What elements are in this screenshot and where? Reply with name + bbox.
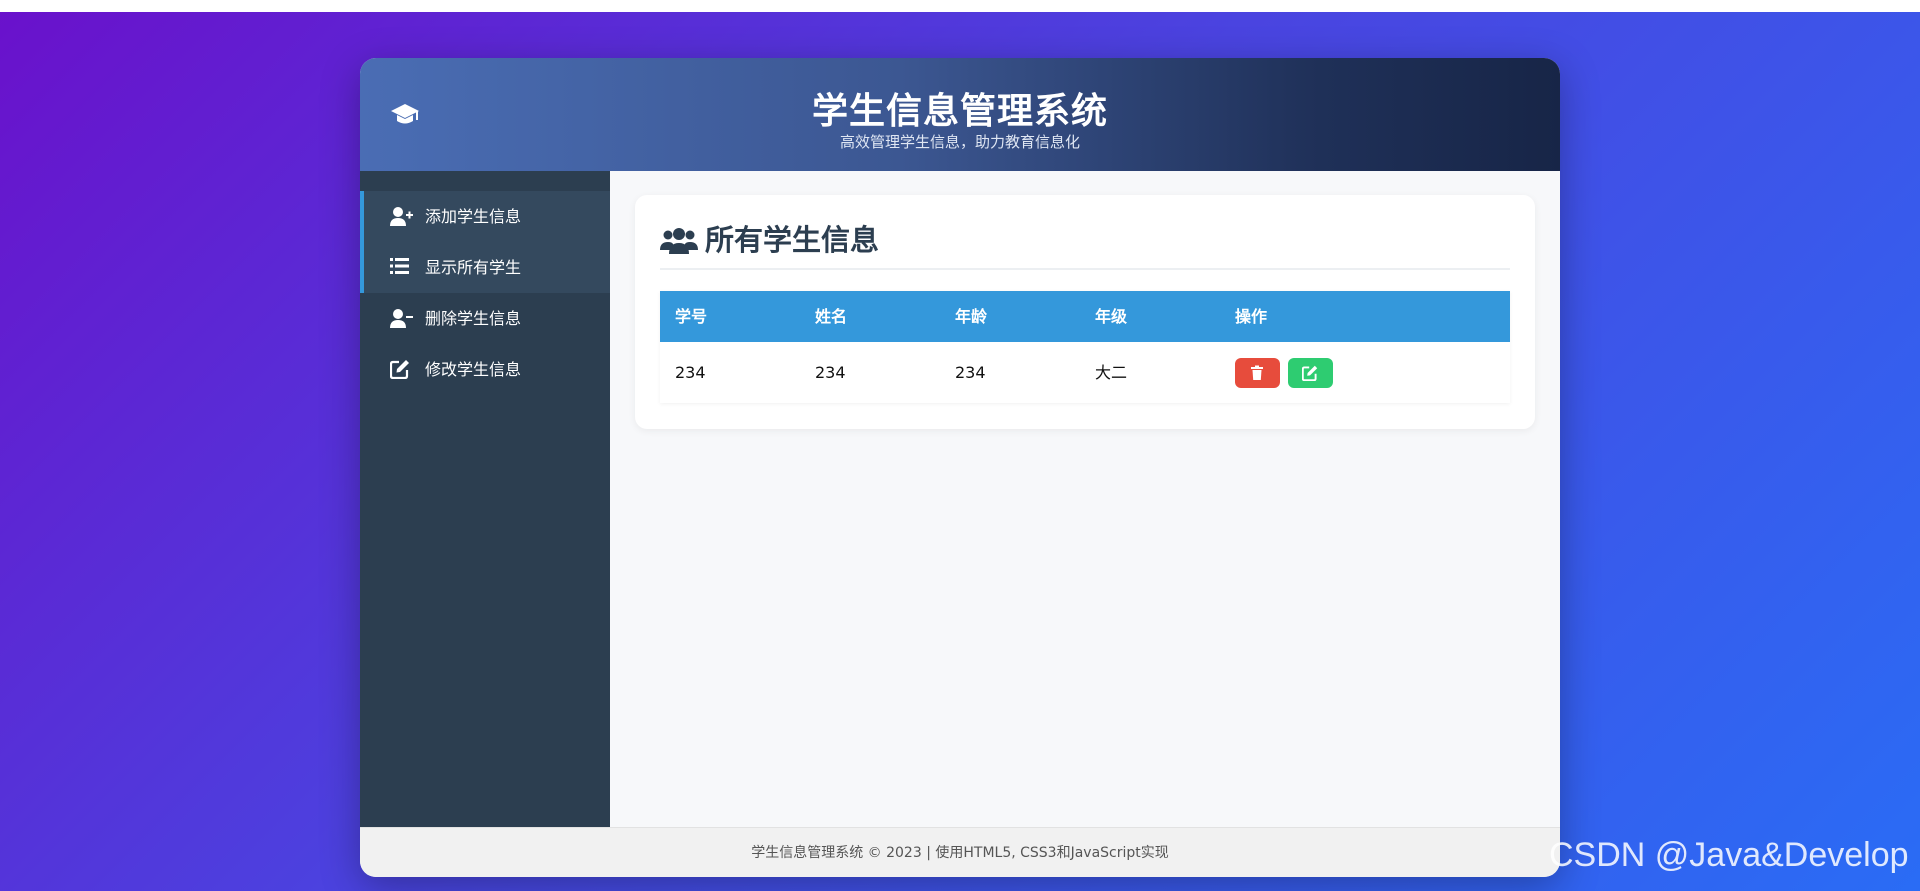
sidebar: 添加学生信息 显示所有学生 删除学生信息 修改学生信息 [360, 171, 610, 827]
table-row: 234 234 234 大二 [660, 342, 1510, 403]
students-table: 学号 姓名 年龄 年级 操作 234 234 234 大二 [660, 291, 1510, 403]
section-heading: 所有学生信息 [660, 220, 1510, 270]
column-header-actions: 操作 [1235, 307, 1268, 326]
table-header: 学号 姓名 年龄 年级 操作 [660, 291, 1510, 342]
app-subtitle: 高效管理学生信息，助力教育信息化 [839, 133, 1080, 151]
watermark: CSDN @Java&Develop [1549, 836, 1909, 874]
user-plus-icon [390, 206, 413, 228]
edit-button[interactable] [1288, 358, 1333, 388]
students-card: 所有学生信息 学号 姓名 年龄 年级 操作 234 234 234 大二 [635, 195, 1535, 429]
column-header-name: 姓名 [815, 307, 848, 326]
cell-id: 234 [675, 363, 706, 382]
column-header-id: 学号 [675, 307, 708, 326]
column-header-age: 年龄 [955, 307, 988, 326]
app-title: 学生信息管理系统 [811, 91, 1108, 132]
sidebar-item-label: 显示所有学生 [425, 258, 522, 277]
edit-icon [1302, 365, 1318, 381]
top-strip [0, 0, 1920, 12]
list-icon [390, 257, 412, 279]
cell-name: 234 [815, 363, 846, 382]
footer: 学生信息管理系统 © 2023 | 使用HTML5, CSS3和JavaScri… [360, 827, 1560, 877]
page-title: 所有学生信息 [705, 223, 880, 257]
sidebar-item-label: 修改学生信息 [425, 360, 522, 379]
app-window: 学生信息管理系统 高效管理学生信息，助力教育信息化 添加学生信息 显示所有学生 … [360, 58, 1560, 877]
cell-age: 234 [955, 363, 986, 382]
column-header-grade: 年级 [1095, 307, 1128, 326]
sidebar-item-label: 添加学生信息 [425, 207, 522, 226]
users-icon [660, 226, 698, 256]
sidebar-item-delete-student[interactable]: 删除学生信息 [360, 293, 610, 344]
header: 学生信息管理系统 高效管理学生信息，助力教育信息化 [360, 58, 1560, 171]
delete-button[interactable] [1235, 358, 1280, 388]
user-minus-icon [390, 308, 413, 330]
sidebar-item-edit-student[interactable]: 修改学生信息 [360, 344, 610, 395]
sidebar-item-add-student[interactable]: 添加学生信息 [360, 191, 610, 242]
sidebar-item-label: 删除学生信息 [425, 309, 522, 328]
cell-grade: 大二 [1095, 363, 1128, 382]
sidebar-item-show-students[interactable]: 显示所有学生 [360, 242, 610, 293]
trash-icon [1251, 365, 1263, 380]
edit-icon [389, 359, 412, 381]
main-content: 所有学生信息 学号 姓名 年龄 年级 操作 234 234 234 大二 [610, 171, 1560, 827]
